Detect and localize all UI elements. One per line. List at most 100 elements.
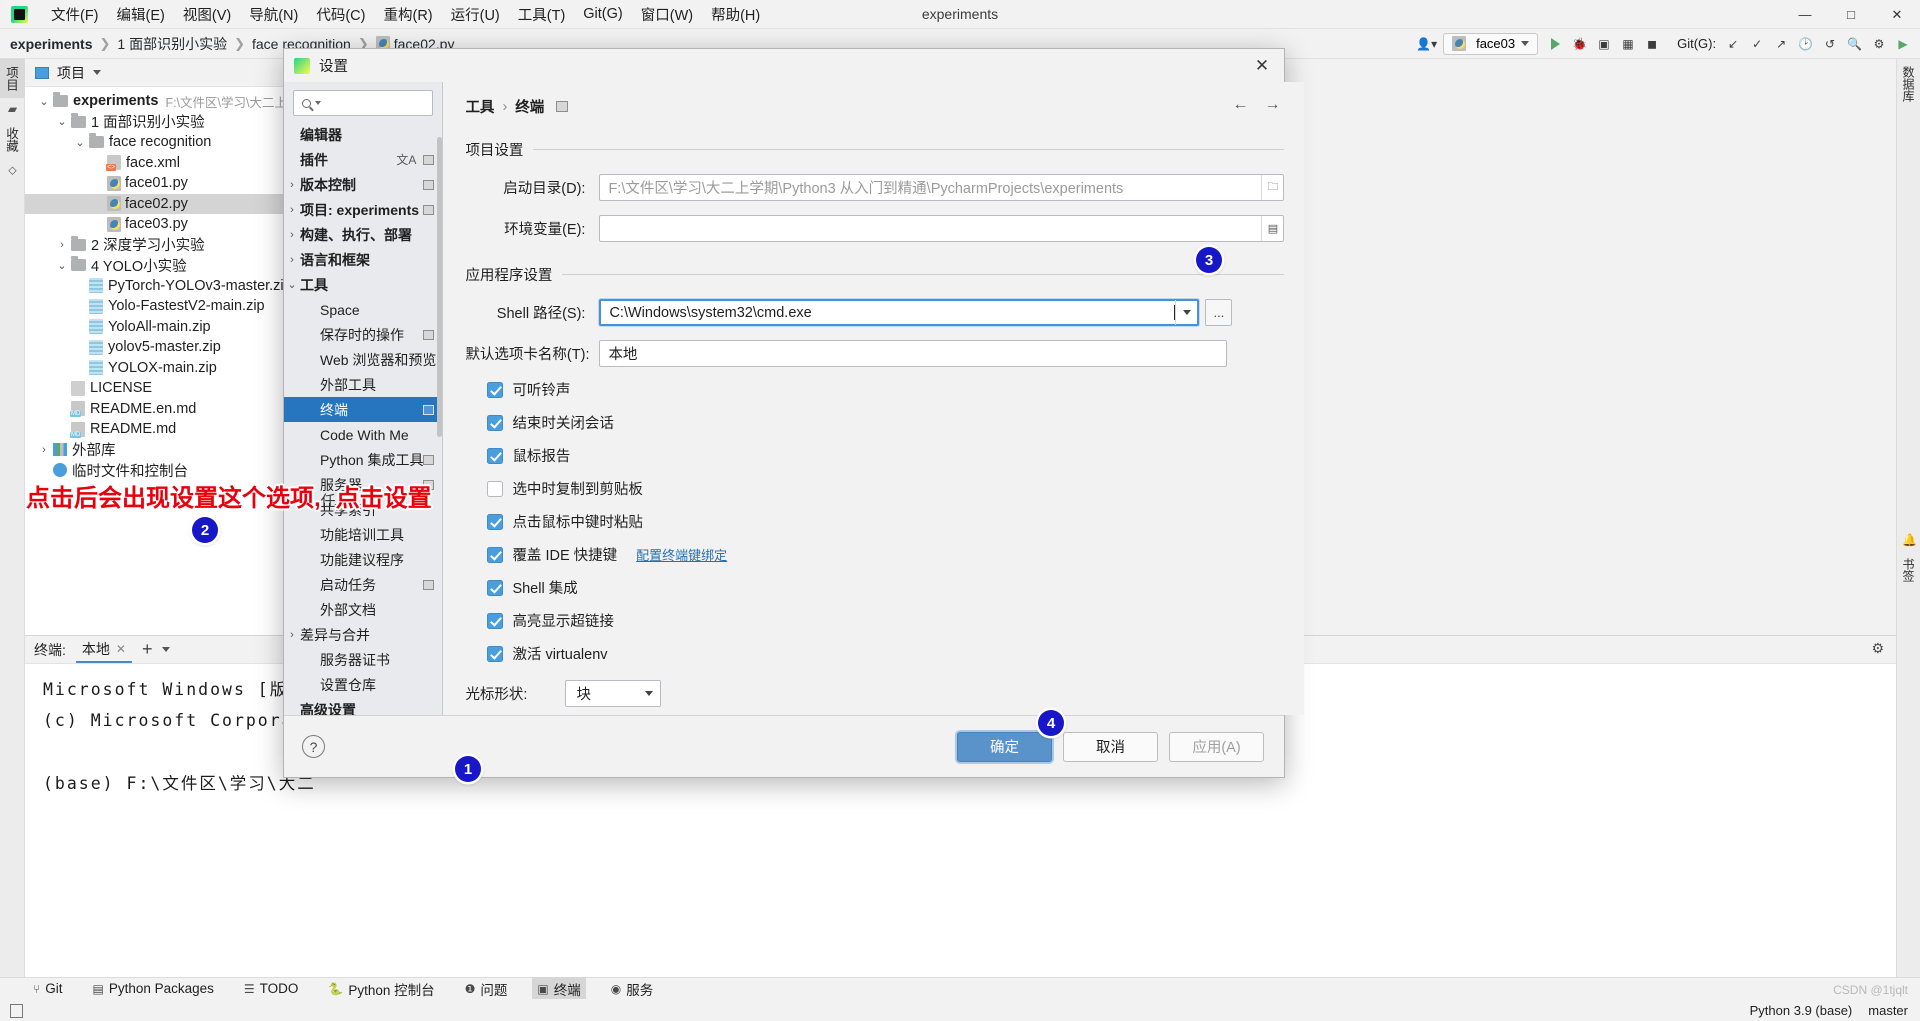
chevron-down-icon[interactable]: ⌄ — [35, 95, 53, 108]
settings-nav-item[interactable]: Web 浏览器和预览 — [284, 347, 442, 372]
coverage-icon[interactable]: ▣ — [1593, 33, 1615, 55]
menu-file[interactable]: 文件(F) — [42, 1, 108, 28]
tool-tab-bookmarks[interactable]: 书签 — [1897, 551, 1920, 589]
start-directory-input[interactable]: F:\文件区\学习\大二上学期\Python3 从入门到精通\PycharmPr… — [599, 174, 1285, 201]
user-icon[interactable]: 👤▾ — [1412, 33, 1441, 55]
folder-icon[interactable]: ▰ — [0, 98, 25, 120]
git-update-icon[interactable]: ↙ — [1722, 33, 1744, 55]
stop-icon[interactable]: ◼ — [1641, 33, 1663, 55]
settings-nav-item[interactable]: 保存时的操作 — [284, 322, 442, 347]
breadcrumb-project[interactable]: experiments — [10, 36, 92, 52]
settings-nav-item[interactable]: › 构建、执行、部署 — [284, 222, 442, 247]
tool-tab-database[interactable]: 数据库 — [1897, 59, 1920, 109]
env-editor-icon[interactable]: ▤ — [1261, 216, 1283, 241]
settings-nav-item[interactable]: › 版本控制 — [284, 172, 442, 197]
checkbox-checked[interactable] — [487, 381, 504, 398]
new-terminal-button[interactable]: + — [142, 639, 153, 660]
checkbox-checked[interactable] — [487, 579, 504, 596]
debug-icon[interactable]: 🐞 — [1568, 33, 1591, 55]
terminal-option-row[interactable]: 高亮显示超链接 — [487, 610, 1284, 631]
ok-button[interactable]: 确定 — [957, 731, 1052, 762]
menu-refactor[interactable]: 重构(R) — [374, 1, 441, 28]
statusbar-problems[interactable]: ❶ 问题 — [460, 977, 513, 1001]
cancel-button[interactable]: 取消 — [1063, 731, 1158, 762]
checkbox-checked[interactable] — [487, 447, 504, 464]
search-icon[interactable]: 🔍 — [1843, 33, 1866, 55]
settings-nav-item[interactable]: 编辑器 — [284, 122, 442, 147]
settings-search-input[interactable] — [293, 90, 434, 116]
folder-browse-icon[interactable]: 🗀 — [1261, 175, 1283, 200]
copy-icon[interactable] — [10, 1004, 23, 1018]
settings-nav-item[interactable]: 服务器证书 — [284, 647, 442, 672]
back-arrow-icon[interactable]: ← — [1232, 96, 1248, 114]
shell-path-input[interactable]: C:\Windows\system32\cmd.exe — [599, 299, 1200, 326]
statusbar-services[interactable]: ◉ 服务 — [606, 977, 658, 1001]
settings-nav-item[interactable]: ⌄ 工具 — [284, 272, 442, 297]
chevron-right-icon[interactable]: › — [284, 204, 300, 216]
chevron-down-icon[interactable]: ⌄ — [53, 259, 71, 272]
menu-run[interactable]: 运行(U) — [442, 1, 509, 28]
menu-code[interactable]: 代码(C) — [307, 1, 374, 28]
terminal-option-row[interactable]: Shell 集成 — [487, 577, 1284, 598]
settings-nav-scrollbar[interactable] — [437, 137, 443, 437]
git-push-icon[interactable]: ↗ — [1770, 33, 1792, 55]
dialog-close-icon[interactable]: ✕ — [1240, 49, 1284, 82]
minimize-button[interactable]: — — [1782, 0, 1828, 29]
terminal-option-row[interactable]: 点击鼠标中键时粘贴 — [487, 511, 1284, 532]
chevron-right-icon[interactable]: › — [284, 229, 300, 241]
help-button[interactable]: ? — [302, 735, 325, 758]
shell-path-browse-button[interactable]: ... — [1205, 299, 1233, 326]
chevron-right-icon[interactable]: › — [284, 179, 300, 191]
settings-nav-item[interactable]: 功能建议程序 — [284, 547, 442, 572]
statusbar-todo[interactable]: ☰ TODO — [239, 979, 304, 998]
terminal-option-row[interactable]: 结束时关闭会话 — [487, 412, 1284, 433]
chevron-down-icon[interactable]: ⌄ — [71, 136, 89, 149]
settings-nav-item[interactable]: 插件 文A — [284, 147, 442, 172]
statusbar-git[interactable]: ⑂ Git — [28, 979, 67, 998]
chevron-down-icon[interactable] — [93, 70, 101, 75]
cursor-shape-select[interactable]: 块 — [565, 680, 662, 707]
menu-window[interactable]: 窗口(W) — [632, 1, 702, 28]
statusbar-python-console[interactable]: 🐍 Python 控制台 — [323, 977, 439, 1001]
settings-nav-item[interactable]: Code With Me — [284, 422, 442, 447]
settings-nav-item[interactable]: › 差异与合并 — [284, 622, 442, 647]
profile-icon[interactable]: ▦ — [1617, 33, 1639, 55]
settings-nav-item[interactable]: Python 集成工具 — [284, 447, 442, 472]
history-icon[interactable]: 🕑 — [1794, 33, 1817, 55]
settings-icon[interactable]: ⚙ — [1868, 33, 1890, 55]
settings-nav-item[interactable]: 高级设置 — [284, 697, 442, 716]
forward-arrow-icon[interactable]: → — [1264, 96, 1280, 114]
close-icon[interactable]: ✕ — [116, 642, 126, 656]
checkbox-unchecked[interactable] — [487, 480, 504, 497]
terminal-option-row[interactable]: 选中时复制到剪贴板 — [487, 478, 1284, 499]
chevron-down-icon[interactable] — [162, 647, 171, 652]
menu-tools[interactable]: 工具(T) — [509, 1, 575, 28]
checkbox-checked[interactable] — [487, 414, 504, 431]
terminal-option-row[interactable]: 鼠标报告 — [487, 445, 1284, 466]
checkbox-checked[interactable] — [487, 546, 504, 563]
breadcrumb-folder-1[interactable]: 1 面部识别小实验 — [117, 34, 227, 54]
structure-icon[interactable]: ⬦ — [0, 159, 25, 182]
settings-icon[interactable]: ⚙ — [1871, 640, 1884, 657]
statusbar-terminal[interactable]: ▣ 终端 — [532, 976, 586, 1001]
settings-nav-item[interactable]: 终端 — [284, 397, 443, 422]
tool-tab-project[interactable]: 项目 — [0, 59, 25, 98]
settings-nav-item[interactable]: 外部工具 — [284, 372, 442, 397]
settings-nav-item[interactable]: Space — [284, 297, 442, 322]
chevron-right-icon[interactable]: › — [284, 629, 300, 641]
environment-variables-input[interactable]: ▤ — [599, 215, 1285, 242]
settings-nav-item[interactable]: 功能培训工具 — [284, 522, 442, 547]
settings-nav-item[interactable]: 设置仓库 — [284, 672, 442, 697]
checkbox-checked[interactable] — [487, 612, 504, 629]
maximize-button[interactable]: □ — [1828, 0, 1874, 29]
terminal-option-row[interactable]: 激活 virtualenv — [487, 643, 1284, 664]
undo-icon[interactable]: ↺ — [1819, 33, 1841, 55]
menu-git[interactable]: Git(G) — [574, 3, 631, 25]
tab-name-input[interactable]: 本地 — [599, 340, 1228, 367]
chevron-right-icon[interactable]: › — [53, 239, 71, 251]
menu-edit[interactable]: 编辑(E) — [108, 1, 174, 28]
settings-nav-item[interactable]: › 项目: experiments — [284, 197, 442, 222]
chevron-right-icon[interactable]: › — [35, 444, 53, 456]
chevron-down-icon[interactable]: ⌄ — [53, 115, 71, 128]
menu-view[interactable]: 视图(V) — [174, 1, 240, 28]
